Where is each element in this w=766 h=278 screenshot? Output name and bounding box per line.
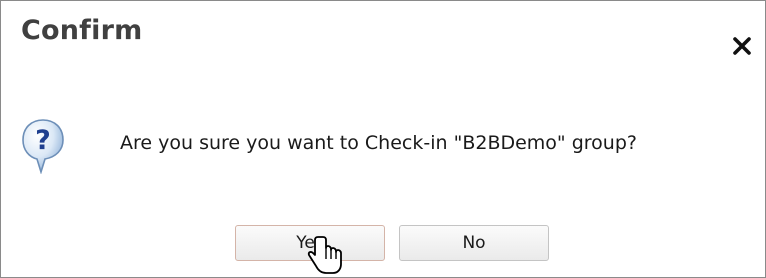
confirm-message: Are you sure you want to Check-in "B2BDe… [120,132,637,154]
hand-pointer-cursor-icon [307,236,342,274]
dialog-title: Confirm [21,15,143,46]
close-icon[interactable] [731,35,753,57]
question-icon: ? [22,119,64,174]
no-button-label: No [462,233,486,253]
no-button[interactable]: No [399,225,549,261]
confirm-dialog: Confirm ? Are you sure you want to Check… [0,0,766,278]
svg-text:?: ? [35,125,51,156]
